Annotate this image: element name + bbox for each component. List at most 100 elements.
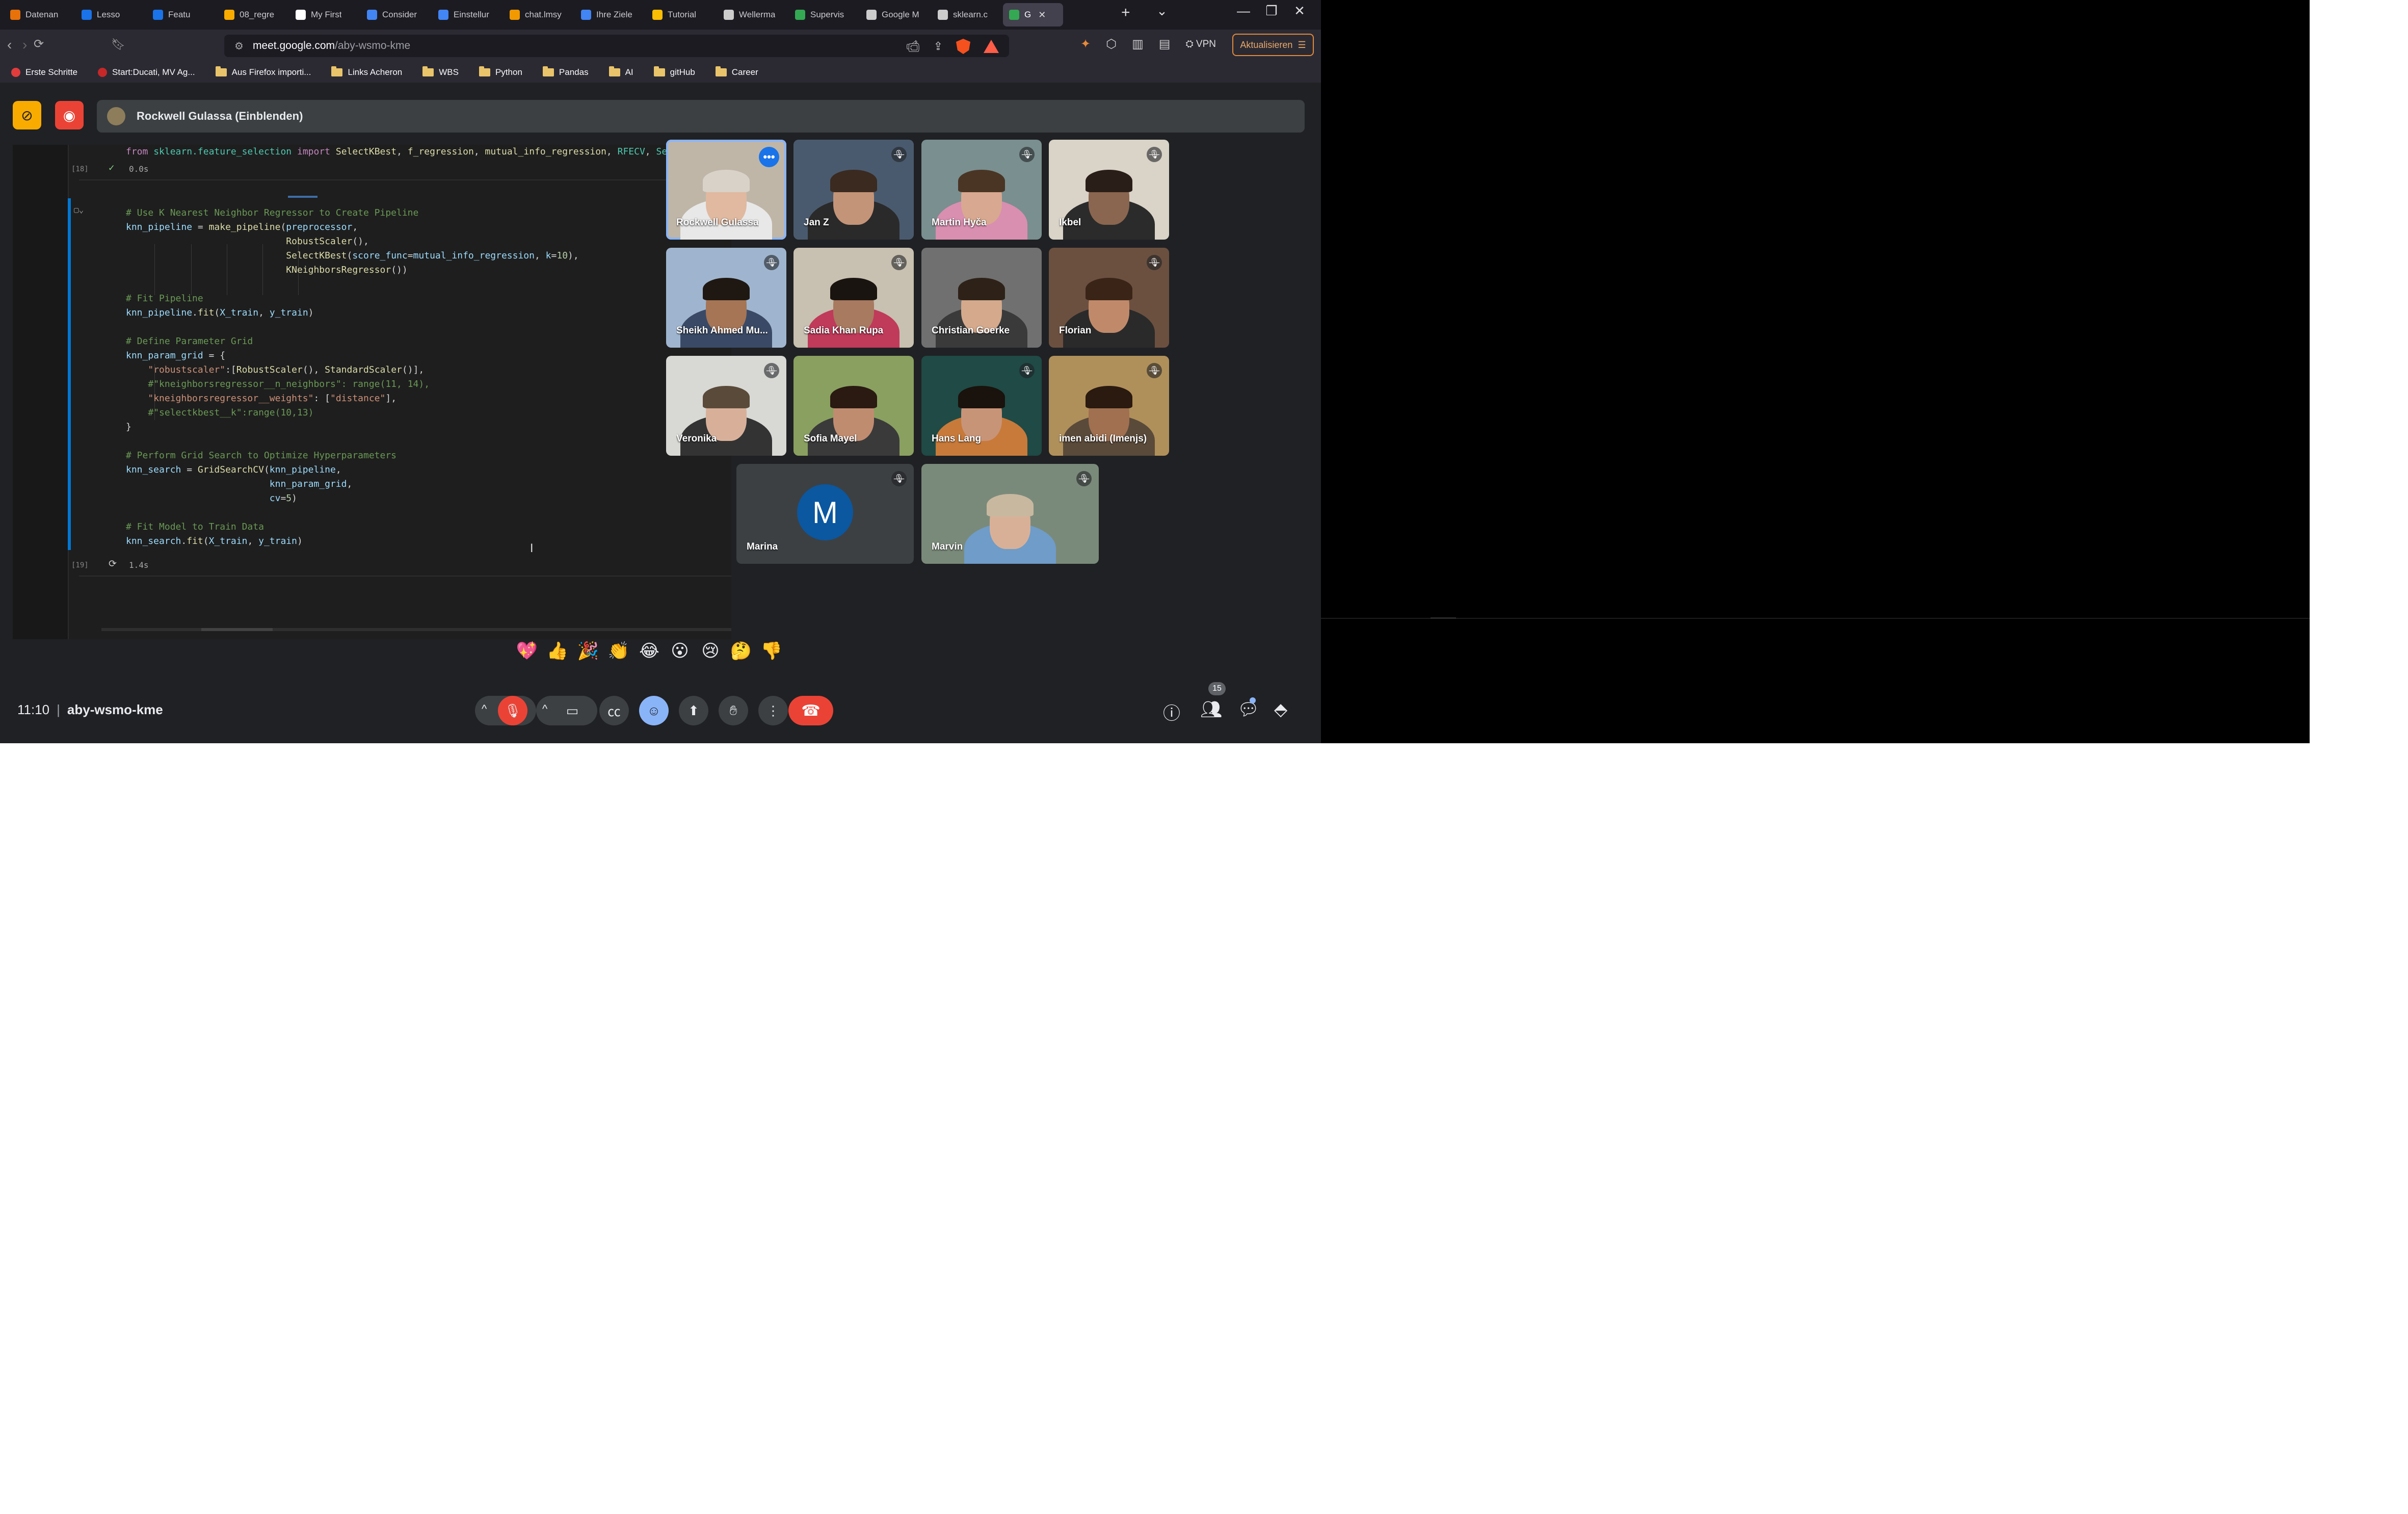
browser-tab[interactable]: sklearn.c (932, 3, 999, 27)
close-tab-icon[interactable]: ✕ (1038, 10, 1046, 20)
leave-call-button[interactable]: ☎︎ (788, 696, 833, 725)
wallet-icon[interactable]: ▤ (1159, 37, 1171, 51)
bookmark-label: Python (495, 67, 522, 77)
browser-tab[interactable]: Ihre Ziele (575, 3, 642, 27)
participant-name: Christian Goerke (932, 325, 1010, 336)
participant-tile[interactable]: Ikbel 🎙︎ (1049, 140, 1169, 240)
tab-list-chevron-icon[interactable]: ⌄ (1147, 3, 1177, 19)
camera-button[interactable]: ▭ (558, 696, 587, 725)
minimize-button[interactable]: — (1228, 3, 1259, 19)
recording-icon[interactable]: ◉ (55, 101, 84, 129)
participant-tile[interactable]: Florian 🎙︎ (1049, 248, 1169, 348)
participant-tile[interactable]: Veronika 🎙︎ (666, 356, 786, 456)
bookmark-item[interactable]: gitHub (653, 66, 695, 77)
meeting-info-icon[interactable]: ⓘ (1163, 699, 1180, 724)
people-icon[interactable]: 👥︎ (1200, 699, 1222, 720)
bookmark-icon[interactable]: 🔖︎ (111, 38, 125, 51)
participant-tile[interactable]: Sadia Khan Rupa 🎙︎ (793, 248, 914, 348)
reaction-emoji[interactable]: 👏 (606, 639, 631, 663)
camera-options-chevron-icon[interactable]: ^ (542, 702, 547, 716)
scrollbar-thumb[interactable] (201, 628, 273, 631)
share-icon[interactable]: ⇪ (934, 40, 943, 53)
new-tab-button[interactable]: + (1121, 4, 1130, 21)
browser-tab[interactable]: G ✕ (1003, 3, 1063, 27)
browser-tab[interactable]: Wellerma (718, 3, 785, 27)
raise-hand-button[interactable]: ✋︎ (719, 696, 748, 725)
bookmark-item[interactable]: Start:Ducati, MV Ag... (98, 67, 195, 77)
bookmark-item[interactable]: Links Acheron (331, 66, 402, 77)
participant-tile[interactable]: Hans Lang 🎙︎ (921, 356, 1042, 456)
camera-off-icon[interactable]: ⊘ (13, 101, 41, 129)
bookmark-item[interactable]: WBS (422, 66, 459, 77)
activities-icon[interactable]: ⬘ (1274, 699, 1287, 720)
presenter-bar[interactable]: Rockwell Gulassa (Einblenden) (97, 100, 1305, 133)
more-options-icon[interactable]: ••• (759, 147, 779, 167)
browser-tab[interactable]: My First (289, 3, 357, 27)
forward-button[interactable]: › (22, 37, 27, 53)
bookmark-item[interactable]: AI (608, 66, 633, 77)
participant-tile[interactable]: Jan Z 🎙︎ (793, 140, 914, 240)
mic-options-chevron-icon[interactable]: ^ (482, 702, 487, 716)
browser-tab[interactable]: Lesso (75, 3, 143, 27)
browser-tab[interactable]: 08_regre (218, 3, 285, 27)
reaction-emoji[interactable]: 😢 (698, 639, 723, 663)
emoji-reactions-button[interactable]: ☺ (639, 696, 669, 725)
participant-tile[interactable]: Sofia Mayel (793, 356, 914, 456)
participant-video (1086, 385, 1132, 408)
participant-tile[interactable]: Martin Hyča 🎙︎ (921, 140, 1042, 240)
camera-permission-icon[interactable]: 📹︎ (906, 40, 920, 53)
site-info-icon[interactable]: ⚙ (234, 40, 244, 53)
reaction-emoji[interactable]: 🎉 (576, 639, 600, 663)
mic-off-button[interactable]: 🎙︎ (498, 696, 527, 725)
browser-tab[interactable]: chat.lmsy (504, 3, 571, 27)
reaction-emoji[interactable]: 😮 (668, 639, 692, 663)
folder-icon (715, 66, 727, 76)
bookmark-item[interactable]: Pandas (542, 66, 589, 77)
browser-tab[interactable]: Featu (147, 3, 214, 27)
browser-tab[interactable]: Google M (860, 3, 928, 27)
reaction-emoji[interactable]: 💖 (515, 639, 539, 663)
sidebar-icon[interactable]: ▥ (1132, 37, 1144, 51)
cell-collapse-icon[interactable]: ▢⌄ (74, 205, 84, 215)
reaction-emoji[interactable]: 😂 (637, 639, 661, 663)
participant-tile[interactable]: Marvin 🎙︎ (921, 464, 1099, 564)
horizontal-scrollbar[interactable] (101, 628, 731, 631)
participant-tile[interactable]: Rockwell Gulassa ••• (666, 140, 786, 240)
site-icon (11, 68, 20, 77)
reload-button[interactable]: ⟳ (34, 37, 44, 51)
present-screen-button[interactable]: ⬆ (679, 696, 708, 725)
chat-icon[interactable]: 💬︎ (1237, 699, 1259, 720)
mic-muted-icon: 🎙︎ (891, 255, 907, 270)
bookmark-item[interactable]: Aus Firefox importi... (215, 66, 311, 77)
browser-tab[interactable]: Supervis (789, 3, 856, 27)
code-line: # Define Parameter Grid (126, 336, 253, 347)
participant-tile[interactable]: imen abidi (Imenjs) 🎙︎ (1049, 356, 1169, 456)
cell1-timing: 0.0s (129, 164, 149, 174)
browser-tab[interactable]: Consider (361, 3, 428, 27)
brave-rewards-icon[interactable] (984, 40, 999, 53)
reaction-emoji[interactable]: 🤔 (729, 639, 753, 663)
vpn-button[interactable]: ⛭ VPN (1185, 39, 1216, 50)
browser-tab[interactable]: Tutorial (646, 3, 713, 27)
brave-shield-icon[interactable] (956, 39, 970, 54)
restore-button[interactable]: ❐ (1256, 3, 1287, 19)
participant-tile[interactable]: Sheikh Ahmed Mu... 🎙︎ (666, 248, 786, 348)
address-bar[interactable]: ⚙ meet.google.com/aby-wsmo-kme 📹︎ ⇪ (224, 35, 1009, 57)
bookmark-item[interactable]: Python (479, 66, 522, 77)
update-button[interactable]: Aktualisieren ☰ (1232, 34, 1314, 56)
bookmark-item[interactable]: Career (715, 66, 758, 77)
more-options-button[interactable]: ⋮ (758, 696, 788, 725)
browser-tab[interactable]: Einstellur (432, 3, 499, 27)
back-button[interactable]: ‹ (7, 37, 12, 53)
leo-icon[interactable]: ✦ (1080, 37, 1091, 51)
browser-tab[interactable]: Datenan (4, 3, 71, 27)
bookmark-item[interactable]: Erste Schritte (11, 67, 77, 77)
participant-tile[interactable]: M Marina 🎙︎ (736, 464, 914, 564)
reaction-emoji[interactable]: 👎 (759, 639, 784, 663)
extensions-icon[interactable]: ⬡ (1106, 37, 1117, 51)
close-window-button[interactable]: ✕ (1284, 3, 1315, 19)
reaction-emoji[interactable]: 👍 (545, 639, 570, 663)
divider-mark (1431, 617, 1456, 619)
captions-button[interactable]: ㏄ (599, 696, 629, 725)
participant-tile[interactable]: Christian Goerke (921, 248, 1042, 348)
